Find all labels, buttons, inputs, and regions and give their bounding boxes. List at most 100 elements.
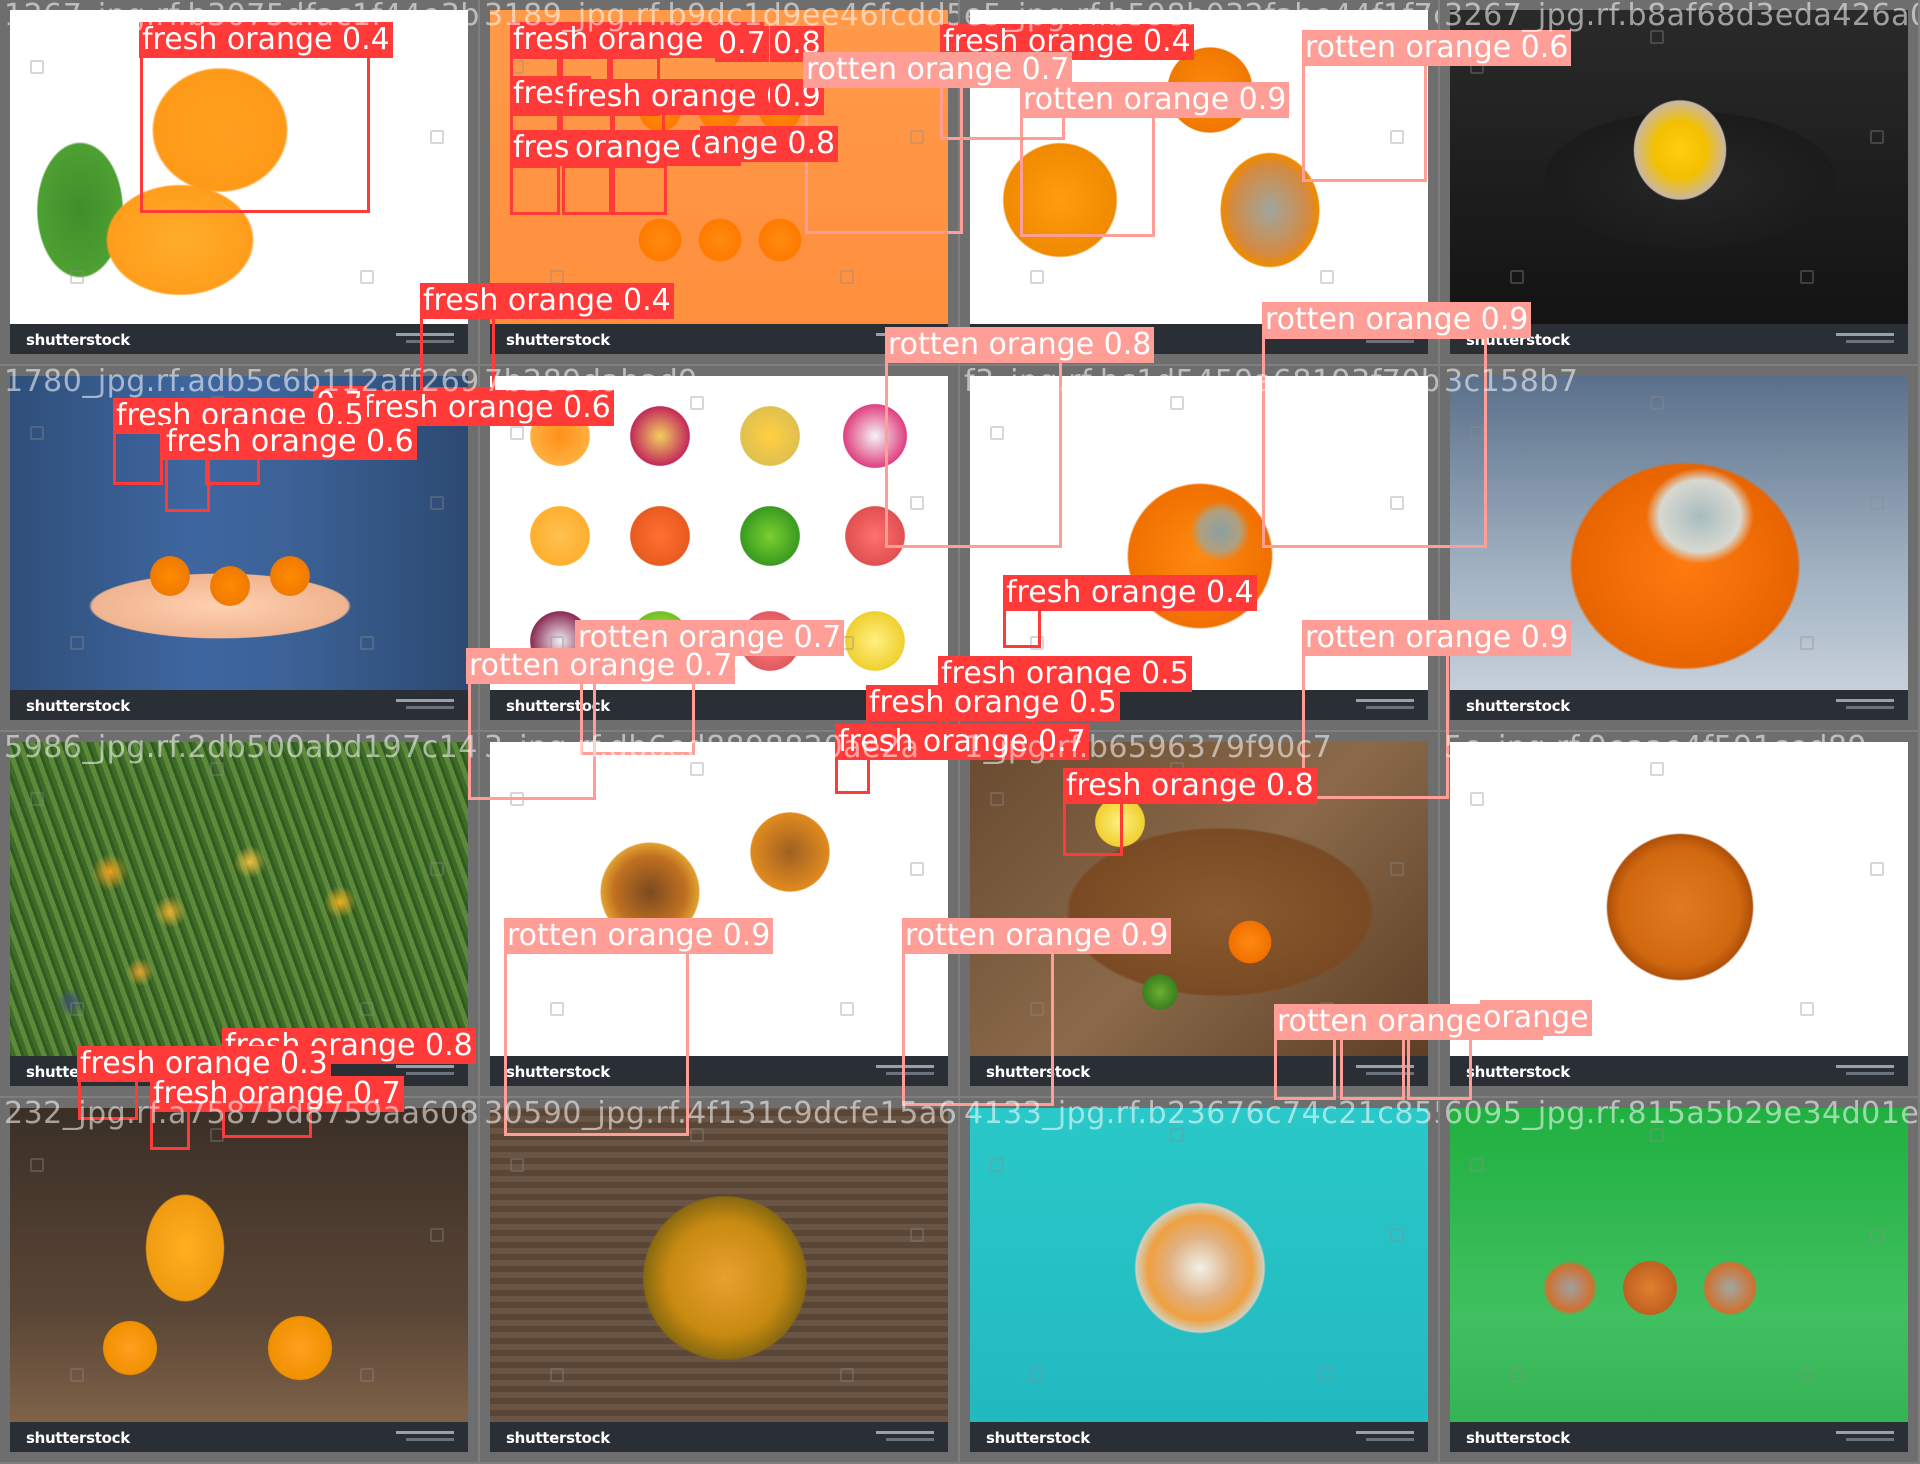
detection-label: rotten orange 0.9: [1302, 620, 1572, 656]
watermark-icon: [1320, 270, 1334, 284]
rotten-orange-bbox: [1407, 1034, 1472, 1100]
watermark-icon: [1800, 1368, 1814, 1382]
stock-footer: shutterstock: [1450, 690, 1908, 720]
shutterstock-logo: shutterstock: [986, 1429, 1090, 1447]
detection-label: ange 0.8: [700, 126, 839, 162]
watermark-icon: [840, 1368, 854, 1382]
watermark-icon: [1510, 1368, 1524, 1382]
fresh-orange-bbox: [1003, 606, 1041, 648]
footer-fineprint: [396, 699, 454, 702]
watermark-icon: [1470, 1158, 1484, 1172]
watermark-icon: [1390, 862, 1404, 876]
watermark-icon: [30, 426, 44, 440]
rotten-orange-bbox: [1274, 1034, 1336, 1100]
watermark-icon: [360, 1368, 374, 1382]
watermark-icon: [990, 1158, 1004, 1172]
mosaic-tile: shutterstock 5e_jpg.rf.9eaae4f591ced89: [1440, 732, 1918, 1096]
tile-filename: 1780_jpg.rf.adb5c6b112aff2696747: [4, 366, 478, 399]
tile-filename: 6095_jpg.rf.815a5b29e34d01e8: [1444, 1098, 1918, 1131]
watermark-icon: [550, 270, 564, 284]
detection-label: rotten orange 0.9: [902, 918, 1172, 954]
rotten-orange-bbox: [1302, 62, 1427, 182]
tile-filename: e5_jpg.rf.b598b032fabe44f1f7c5ab: [964, 0, 1438, 33]
rotten-orange-bbox: [902, 948, 1054, 1106]
watermark-icon: [990, 792, 1004, 806]
detection-label: fresh orange 0.6: [163, 424, 417, 460]
detection-label: rotten orange 0.9: [1020, 82, 1290, 118]
watermark-icon: [430, 862, 444, 876]
detection-mosaic: shutterstock 1267_jpg.rf.b3075dfac1f44e3b…: [0, 0, 1920, 1464]
watermark-icon: [430, 130, 444, 144]
fresh-orange-bbox: [1063, 798, 1123, 856]
footer-fineprint: [396, 1431, 454, 1434]
fresh-orange-bbox: [510, 165, 560, 215]
footer-fineprint: [406, 1438, 454, 1441]
stock-footer: shutterstock: [1450, 1056, 1908, 1086]
tile-filename: 3189_jpg.rf.b9dc1d9ee46fcdd50c8925: [484, 0, 958, 33]
shutterstock-logo: shutterstock: [1466, 697, 1570, 715]
watermark-icon: [360, 1002, 374, 1016]
footer-fineprint: [406, 706, 454, 709]
mosaic-tile: shutterstock 3c158b7: [1440, 366, 1918, 730]
detection-label: rotten orange 0.9: [504, 918, 774, 954]
tile-image: shutterstock: [1450, 376, 1908, 720]
mosaic-tile: shutterstock 6095_jpg.rf.815a5b29e34d01e8: [1440, 1098, 1918, 1462]
footer-fineprint: [1836, 333, 1894, 336]
watermark-icon: [1320, 1368, 1334, 1382]
footer-fineprint: [1836, 1065, 1894, 1068]
tile-filename: 1_jpg.rf.b6596379f90c7: [964, 732, 1333, 765]
watermark-icon: [1870, 862, 1884, 876]
tile-image: shutterstock: [490, 1108, 948, 1452]
footer-fineprint: [406, 1072, 454, 1075]
watermark-icon: [1870, 130, 1884, 144]
watermark-icon: [430, 496, 444, 510]
stock-footer: shutterstock: [1450, 1422, 1908, 1452]
watermark-icon: [840, 270, 854, 284]
footer-fineprint: [1846, 1438, 1894, 1441]
watermark-icon: [910, 1228, 924, 1242]
tile-filename: 232_jpg.rf.a75875d8759aa608b: [4, 1098, 478, 1131]
detection-label: orange: [1480, 1000, 1592, 1036]
tile-image: shutterstock: [1450, 1108, 1908, 1452]
footer-fineprint: [1366, 1438, 1414, 1441]
watermark-icon: [30, 60, 44, 74]
watermark-icon: [70, 270, 84, 284]
mosaic-tile: shutterstock 30590_jpg.rf.4f131c9dcfe15a6…: [480, 1098, 958, 1462]
stock-footer: shutterstock: [490, 324, 948, 354]
tile-filename: 3267_jpg.rf.b8af68d3eda426a0f: [1444, 0, 1918, 33]
tile-image: shutterstock: [970, 1108, 1428, 1452]
rotten-orange-bbox: [1340, 1034, 1405, 1100]
detection-label: rotten orange 0.6: [1302, 30, 1572, 66]
watermark-icon: [1470, 792, 1484, 806]
stock-footer: shutterstock: [970, 1422, 1428, 1452]
detection-label: fresh orange 0.8: [1063, 768, 1317, 804]
tile-filename: 3c158b7: [1444, 366, 1579, 399]
watermark-icon: [30, 1158, 44, 1172]
footer-fineprint: [1846, 1072, 1894, 1075]
shutterstock-logo: shutterstock: [26, 1429, 130, 1447]
shutterstock-logo: shutterstock: [26, 697, 130, 715]
watermark-icon: [510, 1158, 524, 1172]
stock-footer: shutterstock: [10, 324, 468, 354]
rotten-orange-bbox: [1302, 651, 1449, 799]
mosaic-tile: shutterstock 4133_jpg.rf.b23676c74c21c855…: [960, 1098, 1438, 1462]
detection-label: rotten orange 0.7: [466, 648, 736, 684]
footer-fineprint: [876, 1431, 934, 1434]
footer-fineprint: [1836, 699, 1894, 702]
shutterstock-logo: shutterstock: [506, 1429, 610, 1447]
fresh-orange-bbox: [113, 430, 163, 485]
watermark-icon: [1390, 1228, 1404, 1242]
watermark-icon: [430, 1228, 444, 1242]
detection-label: rotten orange 0.9: [1262, 302, 1532, 338]
tile-filename: 5e_jpg.rf.9eaae4f591ced89: [1444, 732, 1868, 765]
shutterstock-logo: shutterstock: [1466, 1063, 1570, 1081]
watermark-icon: [510, 426, 524, 440]
rotten-orange-bbox: [1020, 112, 1155, 237]
watermark-icon: [1800, 636, 1814, 650]
detection-label: rotten orange 0.8: [885, 327, 1155, 363]
watermark-icon: [1030, 1368, 1044, 1382]
watermark-icon: [550, 1368, 564, 1382]
detection-label: fresh orange 0.5: [866, 685, 1120, 721]
watermark-icon: [1800, 1002, 1814, 1016]
tile-filename: 1267_jpg.rf.b3075dfac1f44e3b6c91379a: [4, 0, 478, 33]
